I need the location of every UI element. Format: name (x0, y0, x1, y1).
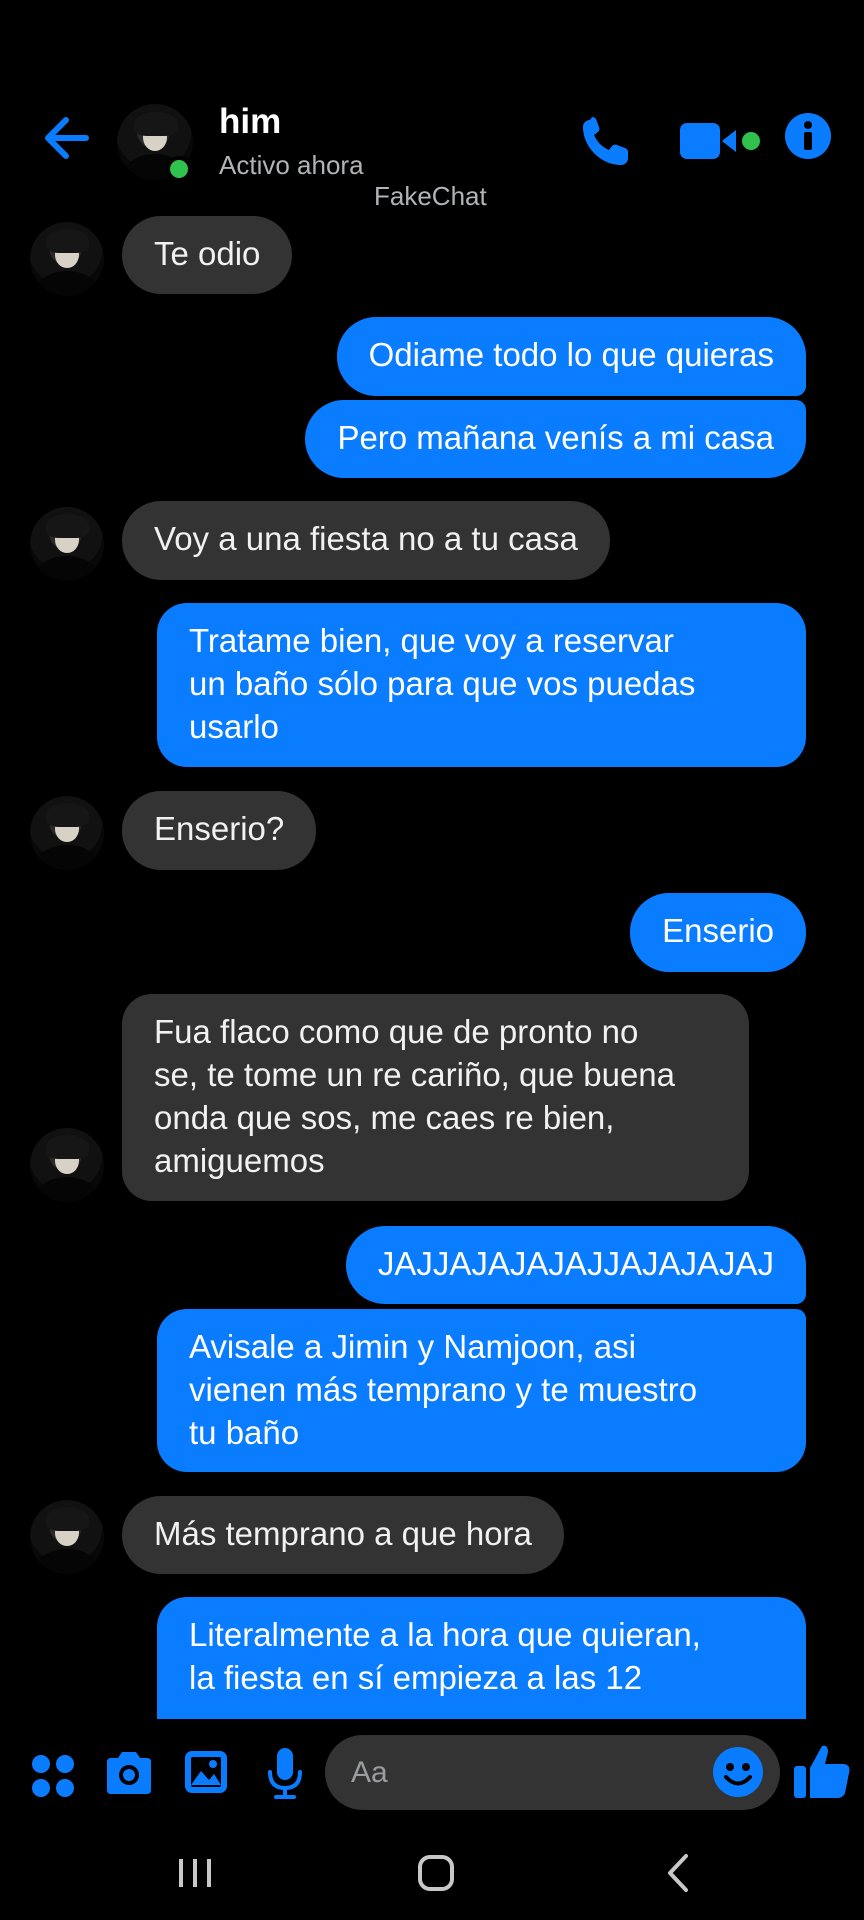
home-icon[interactable] (406, 1848, 466, 1898)
incoming-message[interactable]: Más temprano a que hora (122, 1496, 564, 1574)
back-arrow-icon[interactable] (40, 112, 92, 164)
emoji-icon[interactable] (712, 1746, 764, 1798)
sender-avatar[interactable] (30, 796, 104, 870)
outgoing-message[interactable]: Literalmente a la hora que quieran, la f… (157, 1597, 806, 1719)
sender-avatar[interactable] (30, 222, 104, 296)
incoming-message[interactable]: Te odio (122, 216, 293, 294)
chat-header: him Activo ahora FakeChat (0, 0, 864, 211)
gallery-icon[interactable] (183, 1749, 229, 1795)
incoming-message[interactable]: Enserio? (122, 791, 317, 870)
camera-icon[interactable] (103, 1748, 155, 1798)
sender-avatar[interactable] (30, 1500, 104, 1574)
apps-icon[interactable] (30, 1753, 76, 1799)
message-input-placeholder: Aa (351, 1756, 388, 1789)
online-status-dot (166, 156, 192, 182)
like-icon[interactable] (790, 1738, 854, 1802)
system-navigation-bar (0, 1830, 864, 1920)
outgoing-message[interactable]: JAJJAJAJAJAJJAJAJAJAJ (345, 1226, 806, 1304)
outgoing-message[interactable]: Tratame bien, que voy a reservar un baño… (157, 603, 806, 767)
microphone-icon[interactable] (265, 1746, 305, 1800)
sender-avatar[interactable] (30, 507, 104, 581)
outgoing-message[interactable]: Odiame todo lo que quieras (336, 317, 806, 396)
outgoing-message[interactable]: Pero mañana venís a mi casa (305, 400, 806, 478)
outgoing-message[interactable]: Enserio (630, 893, 806, 972)
info-icon[interactable] (784, 112, 832, 160)
recent-apps-icon[interactable] (165, 1848, 225, 1898)
nav-back-icon[interactable] (650, 1848, 710, 1898)
phone-call-icon[interactable] (578, 114, 634, 170)
watermark: FakeChat (374, 181, 487, 211)
incoming-message[interactable]: Voy a una fiesta no a tu casa (122, 501, 610, 580)
incoming-message[interactable]: Fua flaco como que de pronto no se, te t… (122, 994, 749, 1201)
contact-name[interactable]: him (219, 102, 281, 142)
sender-avatar[interactable] (30, 1128, 104, 1202)
video-call-icon[interactable] (678, 119, 764, 163)
contact-status: Activo ahora (219, 150, 364, 180)
outgoing-message[interactable]: Avisale a Jimin y Namjoon, asi vienen má… (157, 1309, 806, 1472)
